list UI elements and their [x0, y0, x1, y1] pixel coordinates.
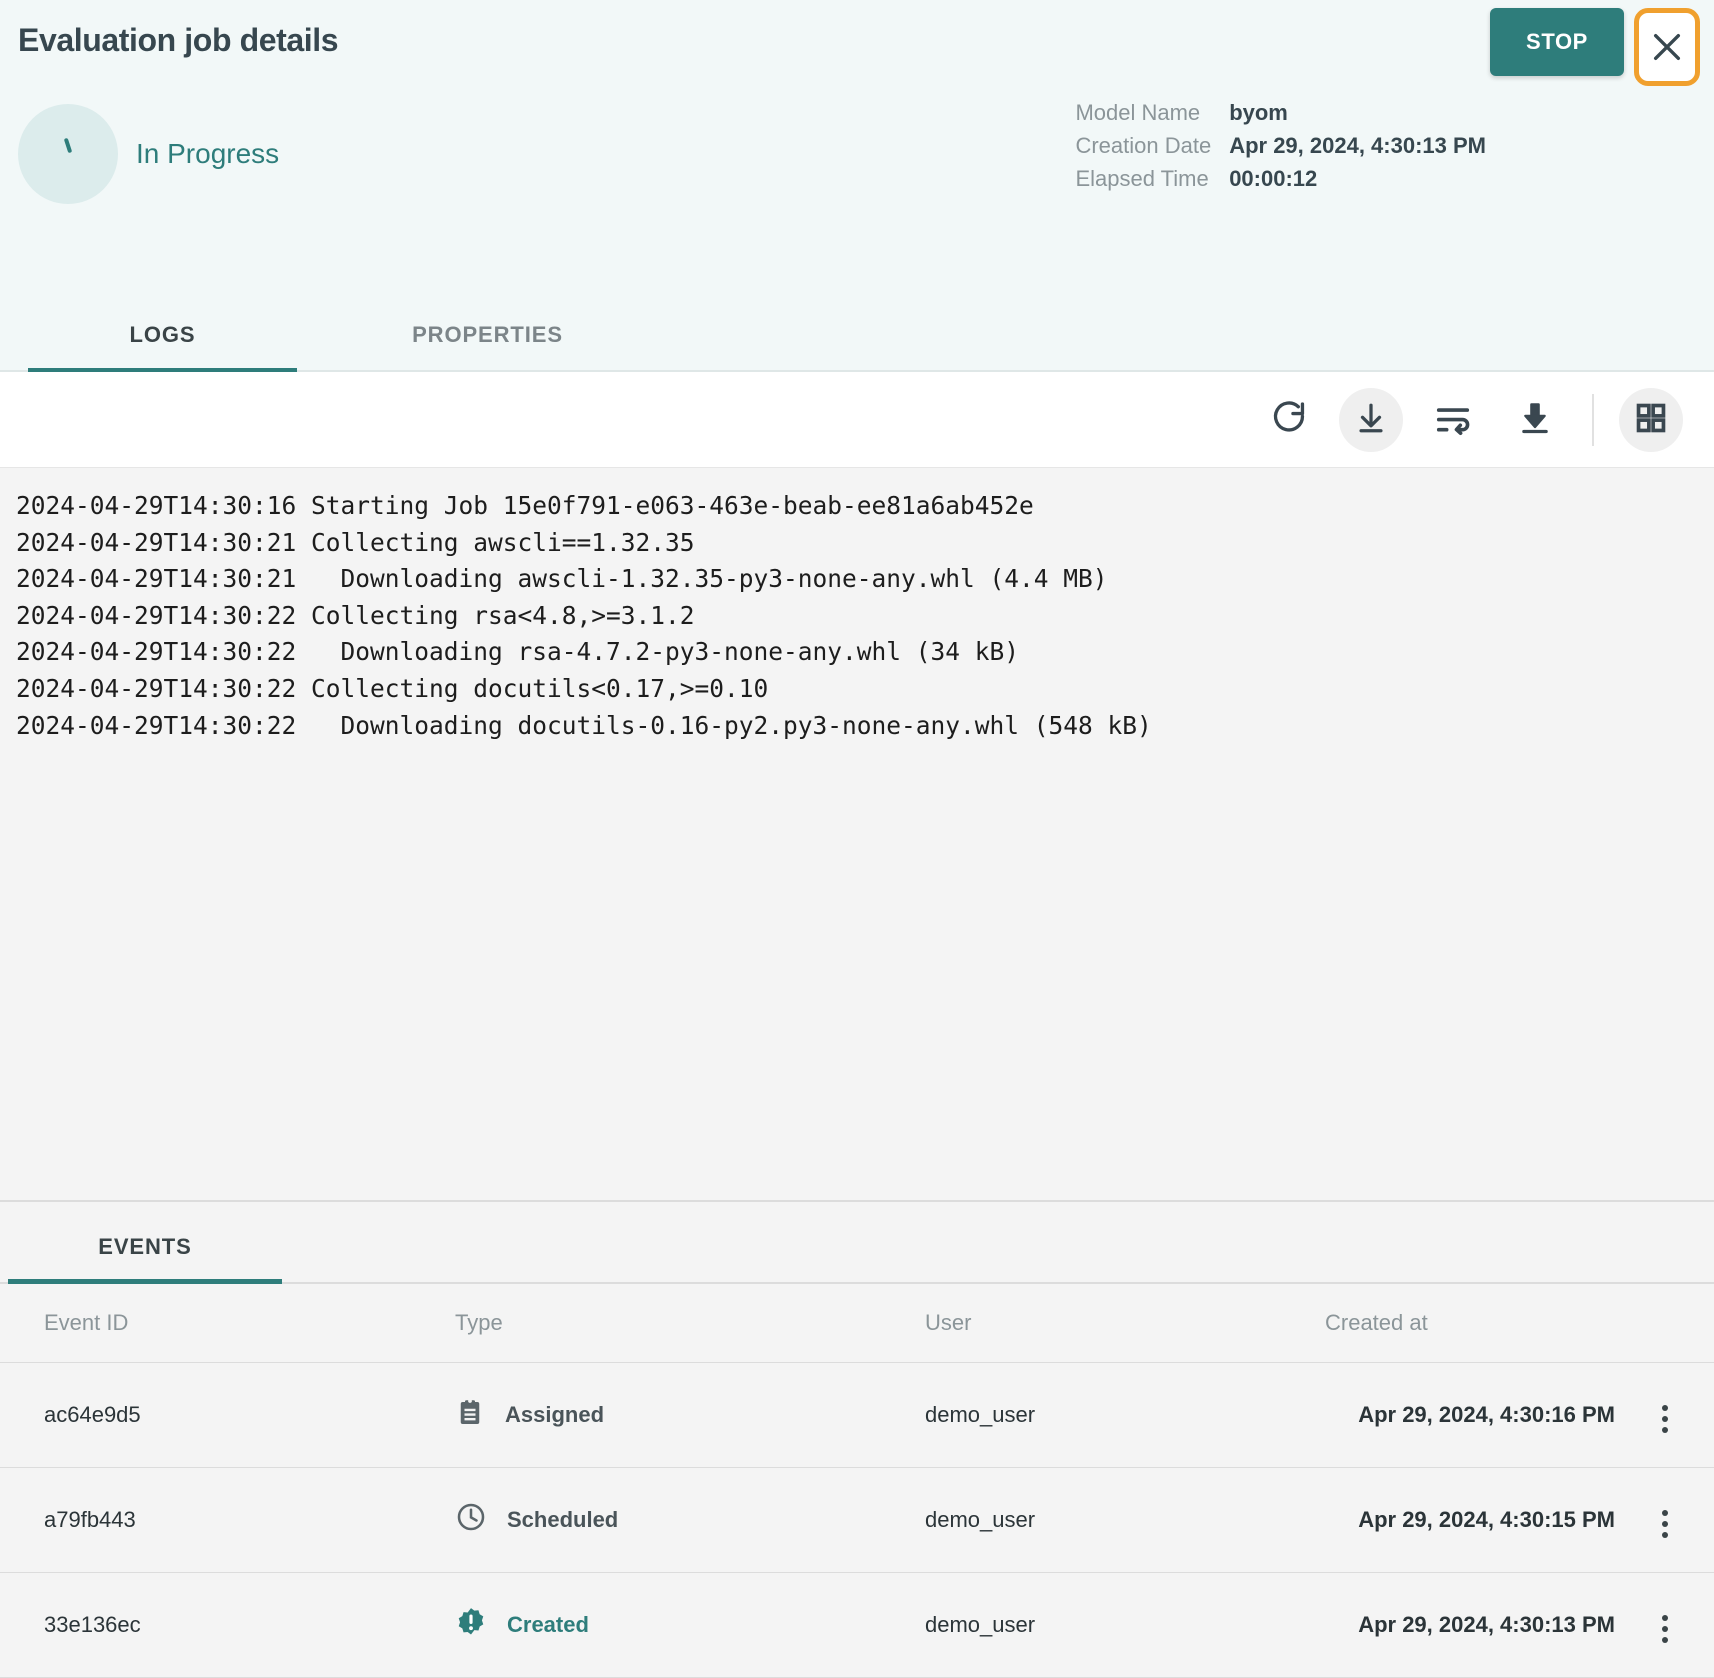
panel-tabs: LOGS PROPERTIES	[0, 288, 1714, 372]
cell-created-at: Apr 29, 2024, 4:30:15 PM	[1325, 1467, 1615, 1573]
row-menu-icon[interactable]	[1656, 1399, 1674, 1439]
status-label: In Progress	[136, 138, 280, 169]
cell-row-menu	[1615, 1572, 1714, 1678]
cell-user: demo_user	[925, 1362, 1325, 1468]
scroll-to-bottom-button[interactable]	[1339, 387, 1403, 452]
row-menu-icon[interactable]	[1656, 1609, 1674, 1649]
header-actions: STOP	[1490, 8, 1700, 86]
clipboard-icon	[455, 1397, 485, 1433]
cell-type: Scheduled	[455, 1467, 925, 1573]
tab-properties[interactable]: PROPERTIES	[325, 322, 650, 370]
cell-row-menu	[1615, 1362, 1714, 1468]
grid-view-button[interactable]	[1619, 387, 1683, 452]
type-label: Assigned	[505, 1402, 605, 1427]
meta-value-creation-date: Apr 29, 2024, 4:30:13 PM	[1229, 133, 1486, 158]
table-row[interactable]: a79fb443 Scheduled demo_user Apr 29, 202…	[0, 1467, 1714, 1573]
refresh-button[interactable]	[1257, 388, 1321, 452]
column-header-user: User	[925, 1284, 1325, 1363]
table-row[interactable]: 33e136ec Created demo_user Apr 29, 2024,…	[0, 1572, 1714, 1678]
events-section: EVENTS Event ID Type User Created at ac6…	[0, 1200, 1714, 1678]
log-line: 2024-04-29T14:30:16 Starting Job 15e0f79…	[16, 491, 1034, 520]
panel-header: Evaluation job details STOP In Progress …	[0, 0, 1714, 372]
column-header-created-at: Created at	[1325, 1284, 1615, 1363]
events-table: Event ID Type User Created at ac64e9d5 A…	[0, 1284, 1714, 1678]
cell-event-id: a79fb443	[0, 1467, 455, 1573]
clock-icon	[455, 1501, 487, 1539]
wrap-text-icon	[1434, 399, 1472, 440]
job-status: In Progress	[18, 104, 279, 204]
type-label: Scheduled	[507, 1507, 619, 1532]
job-metadata: Model Name byom Creation Date Apr 29, 20…	[1075, 100, 1486, 192]
wrap-text-button[interactable]	[1421, 388, 1485, 452]
cell-event-id: 33e136ec	[0, 1572, 455, 1678]
tab-logs[interactable]: LOGS	[0, 322, 325, 372]
page-title: Evaluation job details	[18, 22, 339, 58]
grid-view-icon	[1634, 401, 1668, 438]
column-header-event-id: Event ID	[0, 1284, 455, 1363]
meta-label-model-name: Model Name	[1075, 100, 1201, 125]
column-header-actions	[1615, 1284, 1714, 1363]
table-header-row: Event ID Type User Created at	[0, 1284, 1714, 1363]
cell-created-at: Apr 29, 2024, 4:30:16 PM	[1325, 1362, 1615, 1468]
logs-toolbar	[0, 372, 1714, 467]
cell-type: Created	[455, 1572, 925, 1678]
cell-user: demo_user	[925, 1467, 1325, 1573]
cell-user: demo_user	[925, 1572, 1325, 1678]
log-line: 2024-04-29T14:30:22 Collecting docutils<…	[16, 673, 769, 703]
evaluation-job-details-panel: Evaluation job details STOP In Progress …	[0, 0, 1714, 1678]
row-menu-icon[interactable]	[1656, 1504, 1674, 1544]
log-line: 2024-04-29T14:30:21 Collecting awscli==1…	[16, 527, 695, 557]
download-icon	[1517, 400, 1553, 439]
log-line: 2024-04-29T14:30:22 Downloading rsa-4.7.…	[16, 637, 1020, 667]
close-button[interactable]	[1634, 8, 1700, 86]
toolbar-divider	[1592, 393, 1594, 446]
table-row[interactable]: ac64e9d5 Assigned demo_user Apr 29, 2024…	[0, 1362, 1714, 1468]
tab-events[interactable]: EVENTS	[0, 1234, 290, 1284]
cell-event-id: ac64e9d5	[0, 1362, 455, 1468]
badge-exclamation-icon	[455, 1606, 487, 1644]
logs-output[interactable]: 2024-04-29T14:30:16 Starting Job 15e0f79…	[0, 467, 1714, 1200]
cell-row-menu	[1615, 1467, 1714, 1573]
meta-value-elapsed-time: 00:00:12	[1229, 166, 1318, 191]
log-line: 2024-04-29T14:30:22 Downloading docutils…	[16, 710, 1152, 740]
refresh-icon	[1270, 399, 1308, 440]
cell-created-at: Apr 29, 2024, 4:30:13 PM	[1325, 1572, 1615, 1678]
meta-value-model-name: byom	[1229, 100, 1288, 125]
type-label: Created	[507, 1612, 589, 1637]
events-tabbar: EVENTS	[0, 1200, 1714, 1284]
stop-button[interactable]: STOP	[1490, 8, 1624, 76]
log-line: 2024-04-29T14:30:22 Collecting rsa<4.8,>…	[16, 600, 695, 630]
column-header-type: Type	[455, 1284, 925, 1363]
meta-label-elapsed-time: Elapsed Time	[1075, 166, 1209, 191]
log-line: 2024-04-29T14:30:21 Downloading awscli-1…	[16, 564, 1108, 594]
close-icon	[1650, 30, 1684, 64]
scroll-to-bottom-icon	[1354, 401, 1388, 438]
download-button[interactable]	[1503, 388, 1567, 452]
meta-label-creation-date: Creation Date	[1075, 133, 1212, 158]
progress-spinner-icon	[18, 104, 118, 204]
cell-type: Assigned	[455, 1362, 925, 1468]
